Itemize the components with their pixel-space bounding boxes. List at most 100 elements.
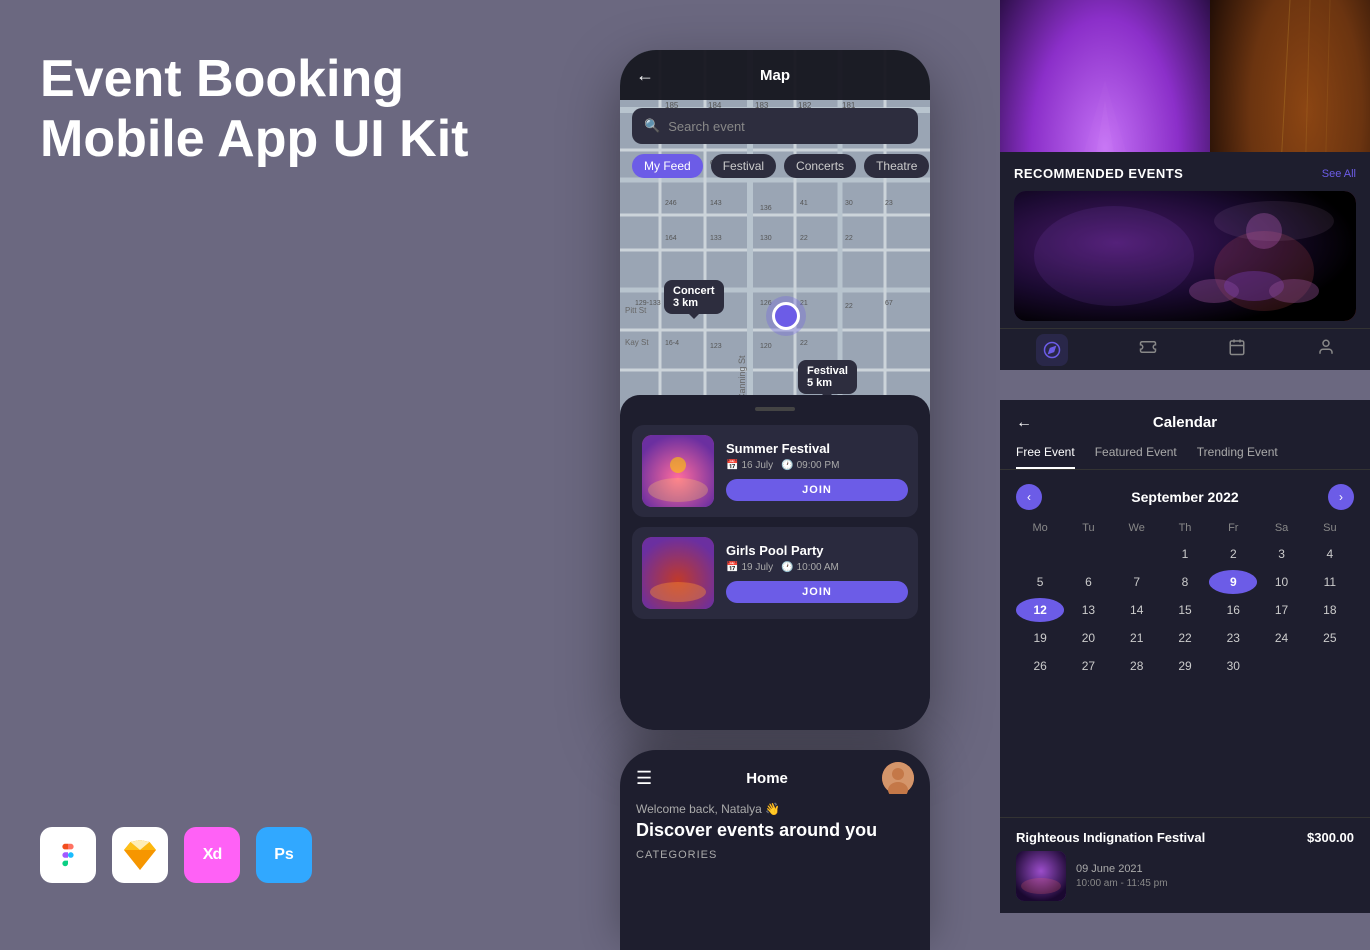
- map-back-button[interactable]: ←: [636, 65, 654, 86]
- map-filter-bar: My Feed Festival Concerts Theatre: [632, 154, 918, 178]
- calendar-event-time: 10:00 am - 11:45 pm: [1076, 878, 1168, 889]
- festival-marker: Festival5 km: [798, 360, 857, 394]
- home-discover-text: Discover events around you: [620, 820, 930, 841]
- cal-date-15[interactable]: 15: [1161, 598, 1209, 622]
- summer-festival-name: Summer Festival: [726, 441, 908, 456]
- hamburger-icon[interactable]: ☰: [636, 768, 652, 789]
- svg-text:67: 67: [885, 300, 893, 307]
- phone-map: Canning St Station St Pitt St Kay St 185…: [620, 50, 930, 730]
- svg-text:246: 246: [665, 200, 677, 207]
- filter-myfeed[interactable]: My Feed: [632, 154, 703, 178]
- cal-date-17[interactable]: 17: [1257, 598, 1305, 622]
- cal-date-26[interactable]: 26: [1016, 654, 1064, 678]
- map-visual: Canning St Station St Pitt St Kay St 185…: [620, 50, 930, 430]
- filter-concerts[interactable]: Concerts: [784, 154, 856, 178]
- summer-festival-join-button[interactable]: JOIN: [726, 479, 908, 501]
- ps-icon: Ps: [256, 827, 312, 883]
- svg-text:16-4: 16-4: [665, 340, 679, 347]
- calendar-next-button[interactable]: ›: [1328, 484, 1354, 510]
- map-bottom-sheet: Summer Festival 📅 16 July 🕐 09:00 PM JOI…: [620, 395, 930, 730]
- cal-date-22[interactable]: 22: [1161, 626, 1209, 650]
- cal-date-4[interactable]: 4: [1306, 542, 1354, 566]
- svg-text:22: 22: [845, 303, 853, 310]
- day-su: Su: [1306, 522, 1354, 534]
- calendar-event-detail: 09 June 2021 10:00 am - 11:45 pm: [1016, 851, 1354, 901]
- cal-date-14[interactable]: 14: [1113, 598, 1161, 622]
- cal-date-25[interactable]: 25: [1306, 626, 1354, 650]
- filter-theatre[interactable]: Theatre: [864, 154, 929, 178]
- svg-text:133: 133: [710, 235, 722, 242]
- cal-date-1[interactable]: 1: [1161, 542, 1209, 566]
- nav-calendar[interactable]: [1228, 338, 1246, 361]
- tab-trending-event[interactable]: Trending Event: [1197, 445, 1278, 469]
- svg-text:21: 21: [800, 300, 808, 307]
- svg-text:126: 126: [760, 300, 772, 307]
- home-header: ☰ Home: [620, 750, 930, 802]
- cal-date-28[interactable]: 28: [1113, 654, 1161, 678]
- svg-text:23: 23: [885, 200, 893, 207]
- nav-ticket[interactable]: [1139, 338, 1157, 361]
- nav-user[interactable]: [1317, 338, 1335, 361]
- bottom-nav: [1000, 328, 1370, 370]
- cal-date-18[interactable]: 18: [1306, 598, 1354, 622]
- calendar-days-header: Mo Tu We Th Fr Sa Su: [1016, 522, 1354, 534]
- pool-party-card[interactable]: Girls Pool Party 📅 19 July 🕐 10:00 AM JO…: [632, 527, 918, 619]
- day-mo: Mo: [1016, 522, 1064, 534]
- pool-party-join-button[interactable]: JOIN: [726, 581, 908, 603]
- day-sa: Sa: [1257, 522, 1305, 534]
- pool-party-date: 📅 19 July: [726, 562, 773, 573]
- see-all-button[interactable]: See All: [1322, 168, 1356, 180]
- cal-date-30[interactable]: 30: [1209, 654, 1257, 678]
- svg-text:129-133: 129-133: [635, 300, 661, 307]
- cal-date-13[interactable]: 13: [1064, 598, 1112, 622]
- svg-text:22: 22: [845, 235, 853, 242]
- map-search-placeholder: Search event: [668, 119, 745, 134]
- tab-featured-event[interactable]: Featured Event: [1095, 445, 1177, 469]
- cal-date-23[interactable]: 23: [1209, 626, 1257, 650]
- calendar-event-preview: Righteous Indignation Festival $300.00: [1000, 817, 1370, 913]
- summer-festival-card[interactable]: Summer Festival 📅 16 July 🕐 09:00 PM JOI…: [632, 425, 918, 517]
- tab-free-event[interactable]: Free Event: [1016, 445, 1075, 469]
- sketch-icon: [112, 827, 168, 883]
- calendar-title: Calendar: [1153, 414, 1217, 431]
- day-th: Th: [1161, 522, 1209, 534]
- user-avatar[interactable]: [882, 762, 914, 794]
- calendar-back-button[interactable]: ←: [1016, 414, 1032, 432]
- cal-date-8[interactable]: 8: [1161, 570, 1209, 594]
- calendar-event-meta: 09 June 2021 10:00 am - 11:45 pm: [1076, 851, 1168, 901]
- cal-date-21[interactable]: 21: [1113, 626, 1161, 650]
- current-location-marker: [772, 302, 800, 330]
- sheet-handle: [755, 407, 795, 411]
- figma-icon: [40, 827, 96, 883]
- pool-party-thumb: [642, 537, 714, 609]
- cal-date-10[interactable]: 10: [1257, 570, 1305, 594]
- cal-date-2[interactable]: 2: [1209, 542, 1257, 566]
- cal-date-7[interactable]: 7: [1113, 570, 1161, 594]
- calendar-event-price: $300.00: [1307, 830, 1354, 845]
- cal-date-3[interactable]: 3: [1257, 542, 1305, 566]
- hero-title: Event Booking Mobile App UI Kit: [40, 50, 540, 170]
- search-icon: 🔍: [644, 118, 660, 134]
- calendar-prev-button[interactable]: ‹: [1016, 484, 1042, 510]
- nav-compass[interactable]: [1036, 334, 1068, 366]
- cal-date-20[interactable]: 20: [1064, 626, 1112, 650]
- cal-date-11[interactable]: 11: [1306, 570, 1354, 594]
- cal-date-29[interactable]: 29: [1161, 654, 1209, 678]
- cal-date-6[interactable]: 6: [1064, 570, 1112, 594]
- cal-date-27[interactable]: 27: [1064, 654, 1112, 678]
- calendar-tabs: Free Event Featured Event Trending Event: [1000, 445, 1370, 470]
- day-fr: Fr: [1209, 522, 1257, 534]
- cal-date-24[interactable]: 24: [1257, 626, 1305, 650]
- cal-date-19[interactable]: 19: [1016, 626, 1064, 650]
- map-search-bar[interactable]: 🔍 Search event: [632, 108, 918, 144]
- calendar-event-date: 09 June 2021: [1076, 863, 1168, 875]
- svg-text:164: 164: [665, 235, 677, 242]
- xd-icon: Xd: [184, 827, 240, 883]
- cal-date-9[interactable]: 9: [1209, 570, 1257, 594]
- cal-date-12[interactable]: 12: [1016, 598, 1064, 622]
- cal-date-5[interactable]: 5: [1016, 570, 1064, 594]
- filter-festival[interactable]: Festival: [711, 154, 776, 178]
- cal-date-16[interactable]: 16: [1209, 598, 1257, 622]
- concert-marker: Concert3 km: [664, 280, 724, 314]
- pool-party-name: Girls Pool Party: [726, 543, 908, 558]
